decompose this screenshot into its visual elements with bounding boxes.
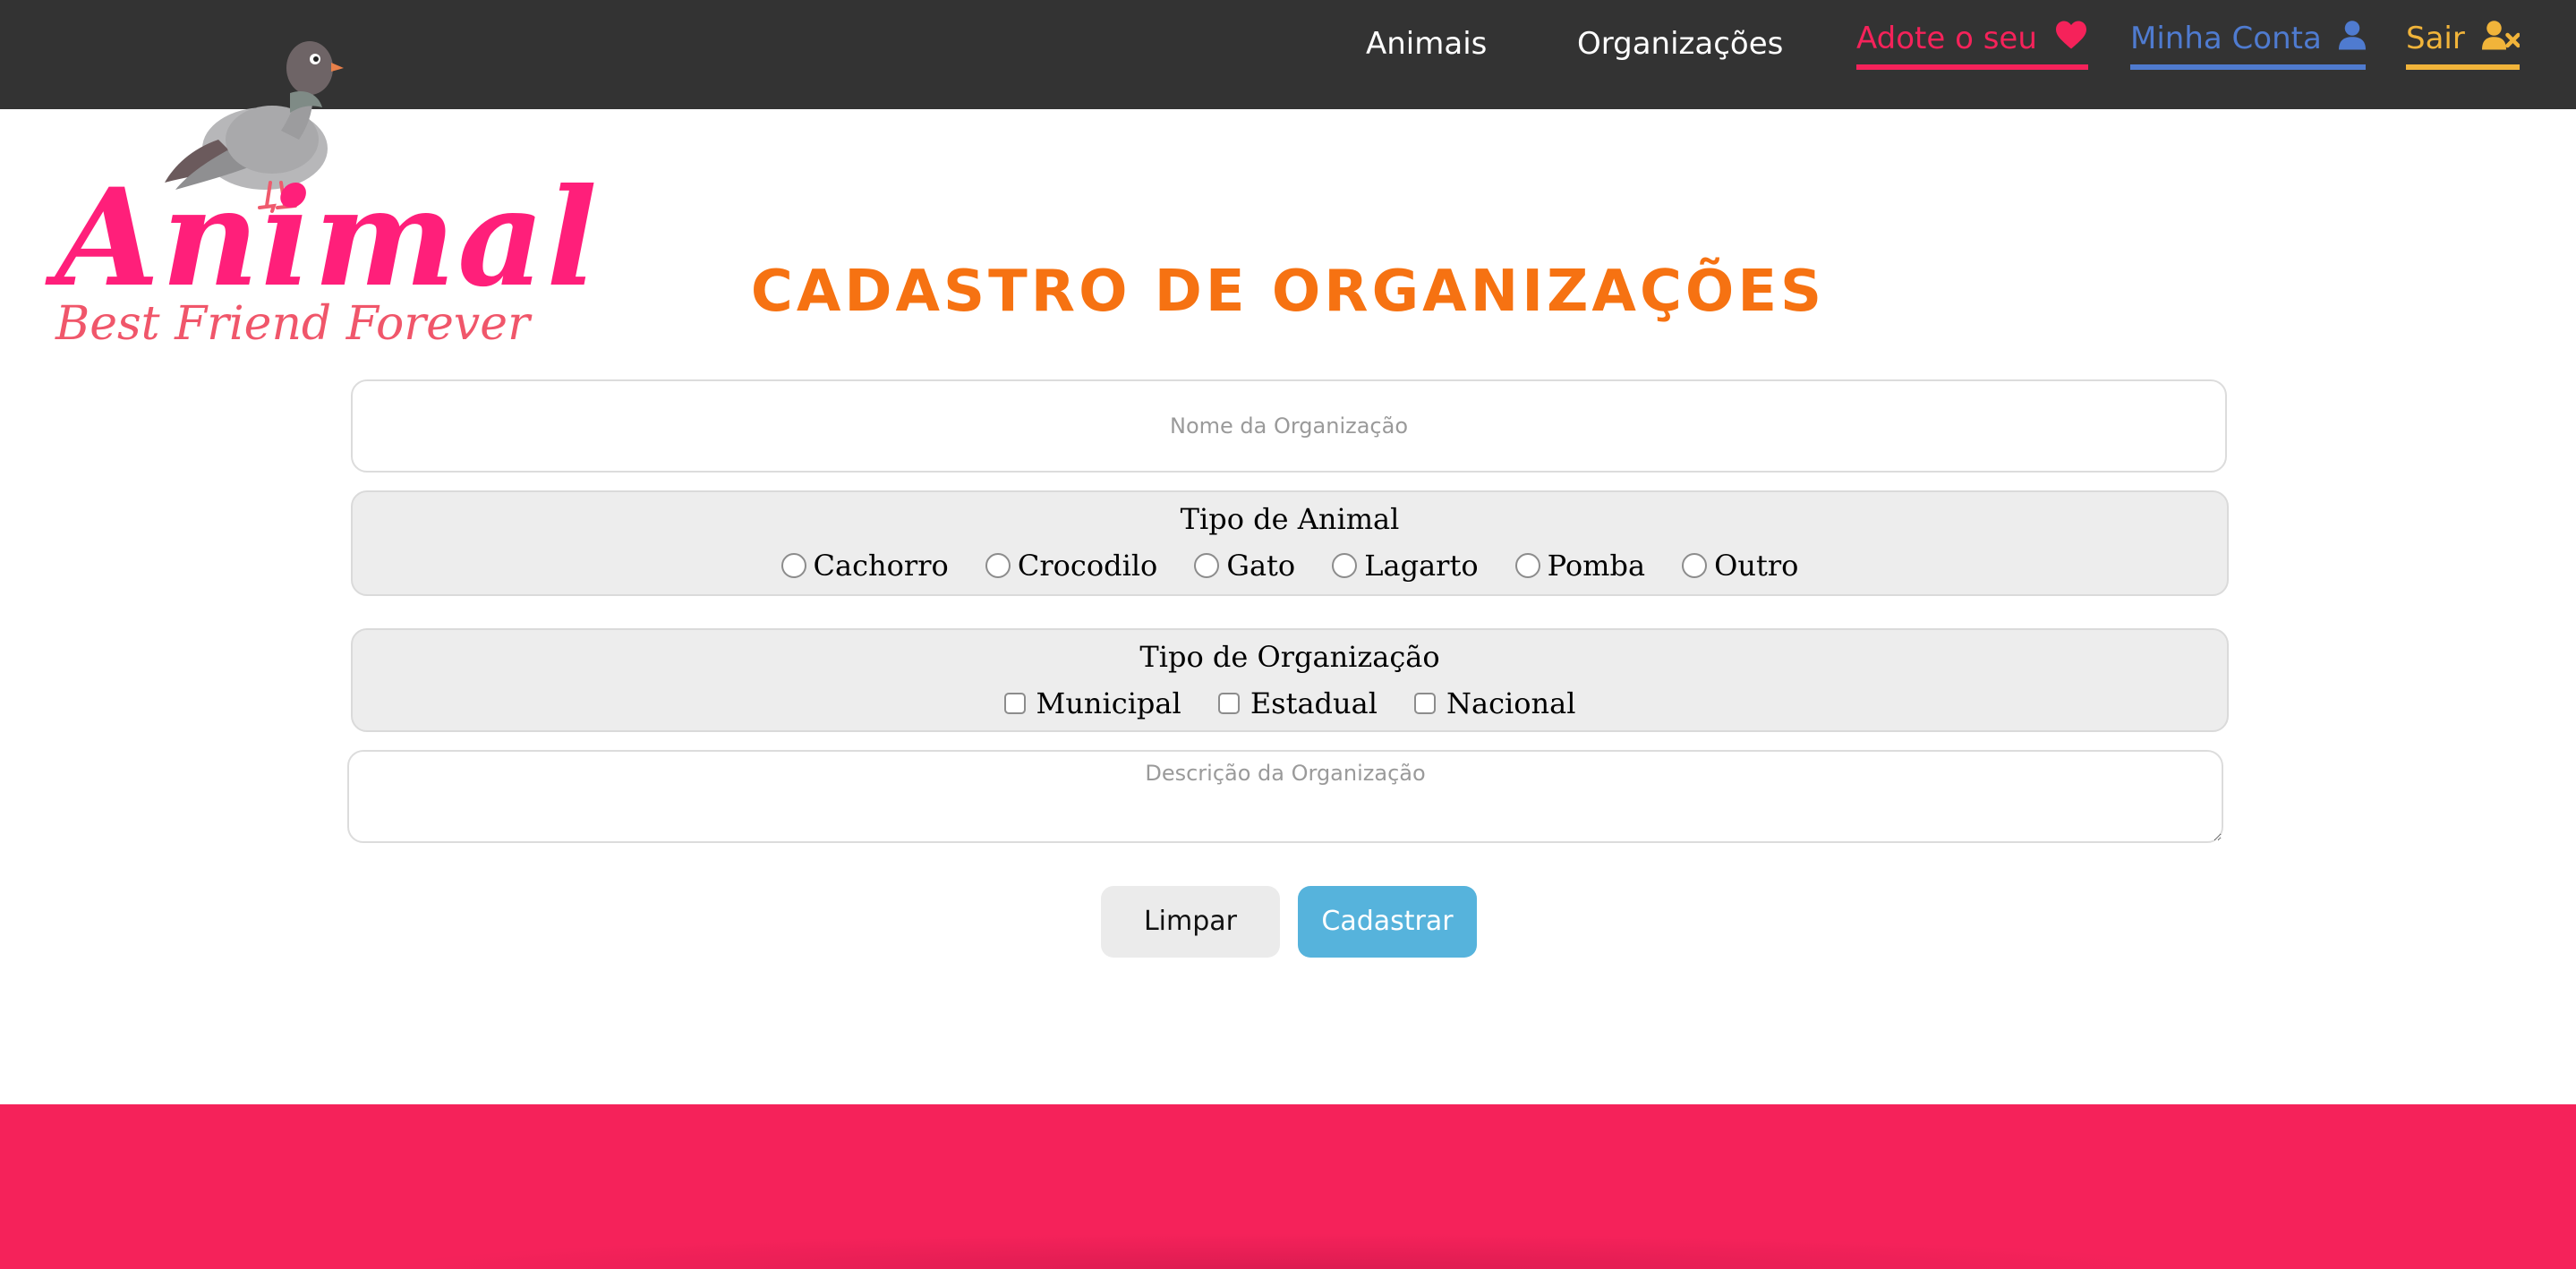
checkbox-option-nacional[interactable]: Nacional: [1414, 686, 1575, 721]
radio-option-pomba[interactable]: Pomba: [1514, 548, 1646, 583]
radio-option-gato[interactable]: Gato: [1194, 548, 1295, 583]
submit-button[interactable]: Cadastrar: [1298, 886, 1477, 958]
animal-type-options: Cachorro Crocodilo Gato Lagarto Pomba Ou…: [353, 548, 2227, 583]
organization-description-textarea[interactable]: [347, 750, 2223, 843]
checkbox[interactable]: [1217, 693, 1240, 714]
nav-link-adote[interactable]: Adote o seu: [1856, 18, 2088, 70]
radio-button[interactable]: [1332, 553, 1358, 578]
user-icon: [2338, 20, 2366, 61]
animal-type-legend: Tipo de Animal: [1180, 502, 1400, 536]
nav-link-label: Organizações: [1577, 26, 1784, 62]
radio-button[interactable]: [1194, 553, 1220, 578]
organization-type-legend: Tipo de Organização: [1139, 640, 1440, 674]
radio-label: Gato: [1226, 549, 1296, 583]
checkbox-option-estadual[interactable]: Estadual: [1217, 686, 1378, 721]
checkbox[interactable]: [1414, 693, 1437, 714]
checkbox-option-municipal[interactable]: Municipal: [1003, 686, 1181, 721]
footer: [0, 1104, 2576, 1269]
radio-button[interactable]: [780, 553, 806, 578]
checkbox[interactable]: [1003, 693, 1026, 714]
nav-link-label: Animais: [1366, 26, 1488, 62]
radio-label: Outro: [1714, 549, 1799, 583]
radio-option-lagarto[interactable]: Lagarto: [1332, 548, 1479, 583]
nav-link-minha-conta[interactable]: Minha Conta: [2130, 18, 2366, 70]
radio-button[interactable]: [1514, 553, 1540, 578]
radio-label: Lagarto: [1364, 549, 1479, 583]
checkbox-label: Nacional: [1446, 686, 1576, 720]
radio-label: Pomba: [1547, 549, 1646, 583]
page-title: CADASTRO DE ORGANIZAÇÕES: [750, 259, 1826, 325]
animal-type-fieldset: Tipo de Animal Cachorro Crocodilo Gato L…: [351, 490, 2229, 596]
nav-link-label: Adote o seu: [1856, 21, 2037, 56]
heart-icon: [2054, 20, 2088, 61]
nav-link-sair[interactable]: Sair: [2406, 18, 2521, 70]
radio-button[interactable]: [985, 553, 1011, 578]
checkbox-label: Municipal: [1036, 686, 1181, 720]
checkbox-label: Estadual: [1250, 686, 1378, 720]
nav-link-organizacoes[interactable]: Organizações: [1577, 23, 1783, 64]
organization-type-fieldset: Tipo de Organização Municipal Estadual N…: [351, 628, 2229, 732]
organization-type-options: Municipal Estadual Nacional: [353, 686, 2227, 721]
clear-button[interactable]: Limpar: [1101, 886, 1280, 958]
radio-option-outro[interactable]: Outro: [1682, 548, 1798, 583]
radio-button[interactable]: [1682, 553, 1708, 578]
nav-link-animais[interactable]: Animais: [1366, 23, 1487, 64]
user-remove-icon: [2481, 20, 2521, 61]
footer-shadow: [376, 1233, 2200, 1269]
nav-link-label: Minha Conta: [2130, 21, 2322, 56]
radio-option-cachorro[interactable]: Cachorro: [780, 548, 949, 583]
organization-name-input[interactable]: [351, 379, 2227, 473]
radio-label: Crocodilo: [1017, 549, 1158, 583]
radio-option-crocodilo[interactable]: Crocodilo: [985, 548, 1157, 583]
nav-link-label: Sair: [2406, 21, 2465, 56]
radio-label: Cachorro: [813, 549, 949, 583]
